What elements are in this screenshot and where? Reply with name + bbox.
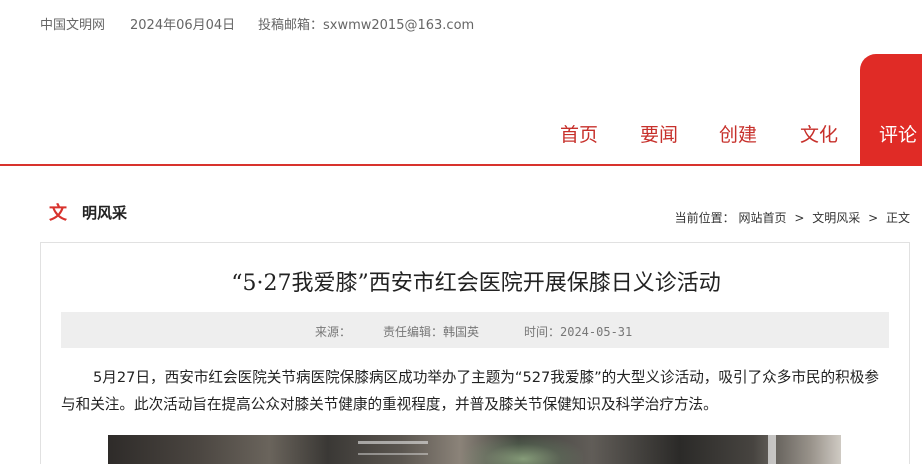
- article-photo: [108, 435, 841, 464]
- nav-item-culture[interactable]: 文化: [800, 120, 838, 147]
- top-info-bar: 中国文明网 2024年06月04日 投稿邮箱：sxwmw2015@163.com: [0, 0, 922, 44]
- breadcrumb: 当前位置： 网站首页 > 文明风采 > 正文: [675, 209, 910, 226]
- breadcrumb-category-link[interactable]: 文明风采: [812, 211, 860, 225]
- section-title: 明风采: [82, 204, 128, 222]
- submission-email: 投稿邮箱：sxwmw2015@163.com: [258, 18, 475, 33]
- breadcrumb-current: 正文: [885, 211, 910, 225]
- nav-item-comment[interactable]: 评论: [860, 54, 922, 166]
- nav-underline: [0, 164, 922, 166]
- breadcrumb-separator: >: [868, 211, 879, 225]
- site-name: 中国文明网: [40, 18, 106, 33]
- nav-item-news[interactable]: 要闻: [640, 120, 678, 147]
- nav-item-comment-label: 评论: [879, 124, 918, 146]
- nav-item-create[interactable]: 创建: [719, 120, 757, 147]
- article-time: 时间：2024-05-31: [524, 325, 633, 339]
- article-paragraph: 5月27日，西安市红会医院关节病医院保膝病区成功举办了主题为“527我爱膝”的大…: [61, 369, 879, 413]
- breadcrumb-prefix: 当前位置：: [674, 211, 735, 225]
- breadcrumb-separator: >: [794, 211, 805, 225]
- current-date: 2024年06月04日: [130, 18, 236, 33]
- breadcrumb-home-link[interactable]: 网站首页: [739, 211, 787, 225]
- section-icon: 文: [49, 203, 67, 224]
- article-editor: 责任编辑：韩国英: [383, 325, 480, 339]
- nav-item-home[interactable]: 首页: [560, 120, 598, 147]
- article-panel: “5·27我爱膝”西安市红会医院开展保膝日义诊活动 来源： 责任编辑：韩国英 时…: [40, 242, 910, 464]
- article-title: “5·27我爱膝”西安市红会医院开展保膝日义诊活动: [231, 271, 721, 296]
- article-meta-bar: 来源： 责任编辑：韩国英 时间：2024-05-31: [61, 312, 889, 348]
- article-source: 来源：: [315, 325, 352, 339]
